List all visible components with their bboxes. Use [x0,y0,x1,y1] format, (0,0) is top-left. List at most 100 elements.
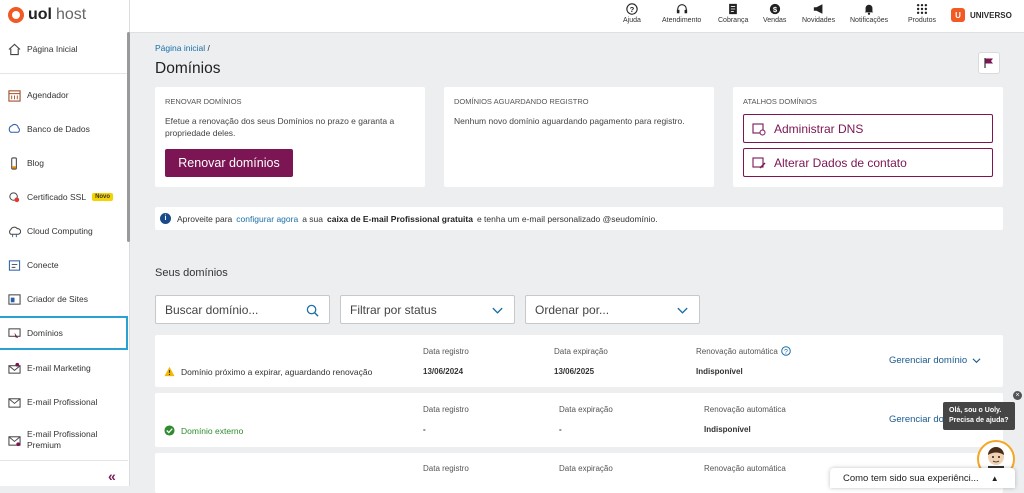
topbar-label: Vendas [763,17,787,24]
sidebar-item-label: Banco de Dados [27,123,90,134]
registered-label: Data registro [423,347,469,356]
registered-value: 13/06/2024 [423,367,464,376]
chevron-down-icon [492,307,503,314]
close-assistant-button[interactable]: × [1013,391,1022,400]
sidebar-item-email-profissional[interactable]: E-mail Profissional [0,385,128,419]
topbar-label: Cobrança [718,17,749,24]
sidebar-item-pagina-inicial[interactable]: Página Inicial [0,32,128,66]
renew-domains-button[interactable]: Renovar domínios [165,149,293,177]
sidebar-item-certificado-ssl[interactable]: Certificado SSL Novo [0,180,128,214]
configure-now-link[interactable]: configurar agora [236,214,298,224]
manage-domain-button[interactable]: Gerenciar do [889,414,944,425]
sidebar-item-cloud-computing[interactable]: Cloud Computing [0,214,128,248]
sidebar-item-banco-de-dados[interactable]: Banco de Dados [0,112,128,146]
change-contact-button[interactable]: Alterar Dados de contato [743,148,993,177]
sales-icon: $ [769,3,780,15]
svg-text:$: $ [773,5,778,14]
assistant-line-2: Precisa de ajuda? [949,417,1009,424]
feedback-survey-tab[interactable]: Como tem sido sua experiênci... ▲ [830,468,1015,488]
breadcrumb-separator: / [207,43,210,53]
status-filter-label: Filtrar por status [350,302,437,317]
info-banner: i Aproveite para configurar agora a sua … [155,207,1003,230]
topbar-help[interactable]: ? Ajuda [623,3,641,24]
new-badge: Novo [92,193,114,201]
headset-icon [676,4,687,14]
grid-icon [916,3,928,15]
cloud-icon [9,226,21,237]
sidebar-item-label: Conecte [27,259,59,270]
domain-status-text: Domínio externo [181,425,244,436]
certificate-icon [9,191,20,202]
search-input[interactable]: Buscar domínio... [155,295,330,324]
change-contact-label: Alterar Dados de contato [774,155,907,170]
topbar-support[interactable]: Atendimento [662,3,701,24]
auto-renew-value: Indisponível [704,425,751,434]
contact-edit-icon [752,156,766,168]
survey-text: Como tem sido sua experiênci... [843,472,979,484]
invoice-icon [729,3,738,15]
database-icon [8,123,20,133]
domains-section-title: Seus domínios [155,267,228,279]
auto-renew-label: Renovação automática [704,464,786,473]
assistant-bubble[interactable]: Olá, sou o Uoly. Precisa de ajuda? [943,402,1015,430]
topbar-notifications[interactable]: Notificações [850,3,888,24]
auto-renew-value: Indisponível [696,367,743,376]
manage-domain-button[interactable]: Gerenciar domínio [889,355,981,366]
expires-label: Data expiração [559,464,613,473]
sidebar-item-label: Agendador [27,89,69,100]
expires-value: 13/06/2025 [554,367,595,376]
sidebar: uol host Página Inicial Agendador Banco … [0,0,130,486]
collapse-sidebar-button[interactable]: « [108,468,116,484]
table-row: Domínio próximo a expirar, aguardando re… [155,335,1003,387]
sidebar-item-blog[interactable]: Blog [0,146,128,180]
registered-label: Data registro [423,464,469,473]
user-menu[interactable]: U UNIVERSO [951,8,1012,22]
logo[interactable]: uol host [8,6,86,24]
sidebar-scrollbar[interactable] [127,32,130,242]
sidebar-item-agendador[interactable]: Agendador [0,78,128,112]
expires-label: Data expiração [559,405,613,414]
topbar-products[interactable]: Produtos [908,3,936,24]
expires-label: Data expiração [554,347,608,356]
topbar-label: Novidades [802,17,836,24]
renew-card: RENOVAR DOMÍNIOS Efetue a renovação dos … [155,87,425,187]
email-premium-icon [8,435,21,446]
pending-card-heading: DOMÍNIOS AGUARDANDO REGISTRO [454,97,589,106]
info-text-c: e tenha um e-mail personalizado @seudomí… [476,213,658,224]
dns-settings-icon [752,122,766,135]
sidebar-item-label: Página Inicial [27,43,78,54]
megaphone-icon [813,4,822,14]
domain-status: Domínio externo [164,425,243,436]
sidebar-item-conecte[interactable]: Conecte [0,248,128,282]
logo-brand: uol [28,6,52,23]
auto-renew-label: Renovação automática [704,405,786,414]
svg-text:?: ? [630,5,635,14]
caret-up-icon: ▲ [990,473,999,483]
home-icon [8,43,21,55]
sidebar-item-label: Cloud Computing [27,225,93,236]
sort-select[interactable]: Ordenar por... [525,295,700,324]
pending-card-text: Nenhum novo domínio aguardando pagamento… [454,116,685,126]
renew-card-heading: RENOVAR DOMÍNIOS [165,97,242,106]
sidebar-item-label: E-mail Marketing [27,362,91,373]
sidebar-divider [0,73,128,74]
flag-button[interactable] [978,52,1000,74]
topbar-billing[interactable]: Cobrança [718,3,748,24]
topbar-sales[interactable]: $ Vendas [763,3,786,24]
sidebar-item-email-marketing[interactable]: E-mail Marketing [0,351,128,385]
topbar-news[interactable]: Novidades [802,3,835,24]
sidebar-item-label: E-mail Profissional [27,396,98,407]
manage-dns-button[interactable]: Administrar DNS [743,114,993,143]
sidebar-item-label: E-mail Profissional Premium [27,429,98,450]
sidebar-divider [0,460,128,461]
sidebar-item-label: Domínios [27,327,63,338]
calendar-icon [8,89,21,102]
sidebar-item-dominios[interactable]: Domínios [0,316,128,350]
help-circle-icon[interactable]: ? [781,346,791,356]
email-icon [8,397,21,408]
status-filter-select[interactable]: Filtrar por status [340,295,515,324]
sidebar-item-criador-de-sites[interactable]: Criador de Sites [0,282,128,316]
sidebar-item-email-profissional-premium[interactable]: E-mail Profissional Premium [0,423,128,457]
top-bar: ? Ajuda Atendimento Cobrança $ Vendas No… [130,0,1024,33]
breadcrumb-home-link[interactable]: Página inicial [155,43,205,53]
